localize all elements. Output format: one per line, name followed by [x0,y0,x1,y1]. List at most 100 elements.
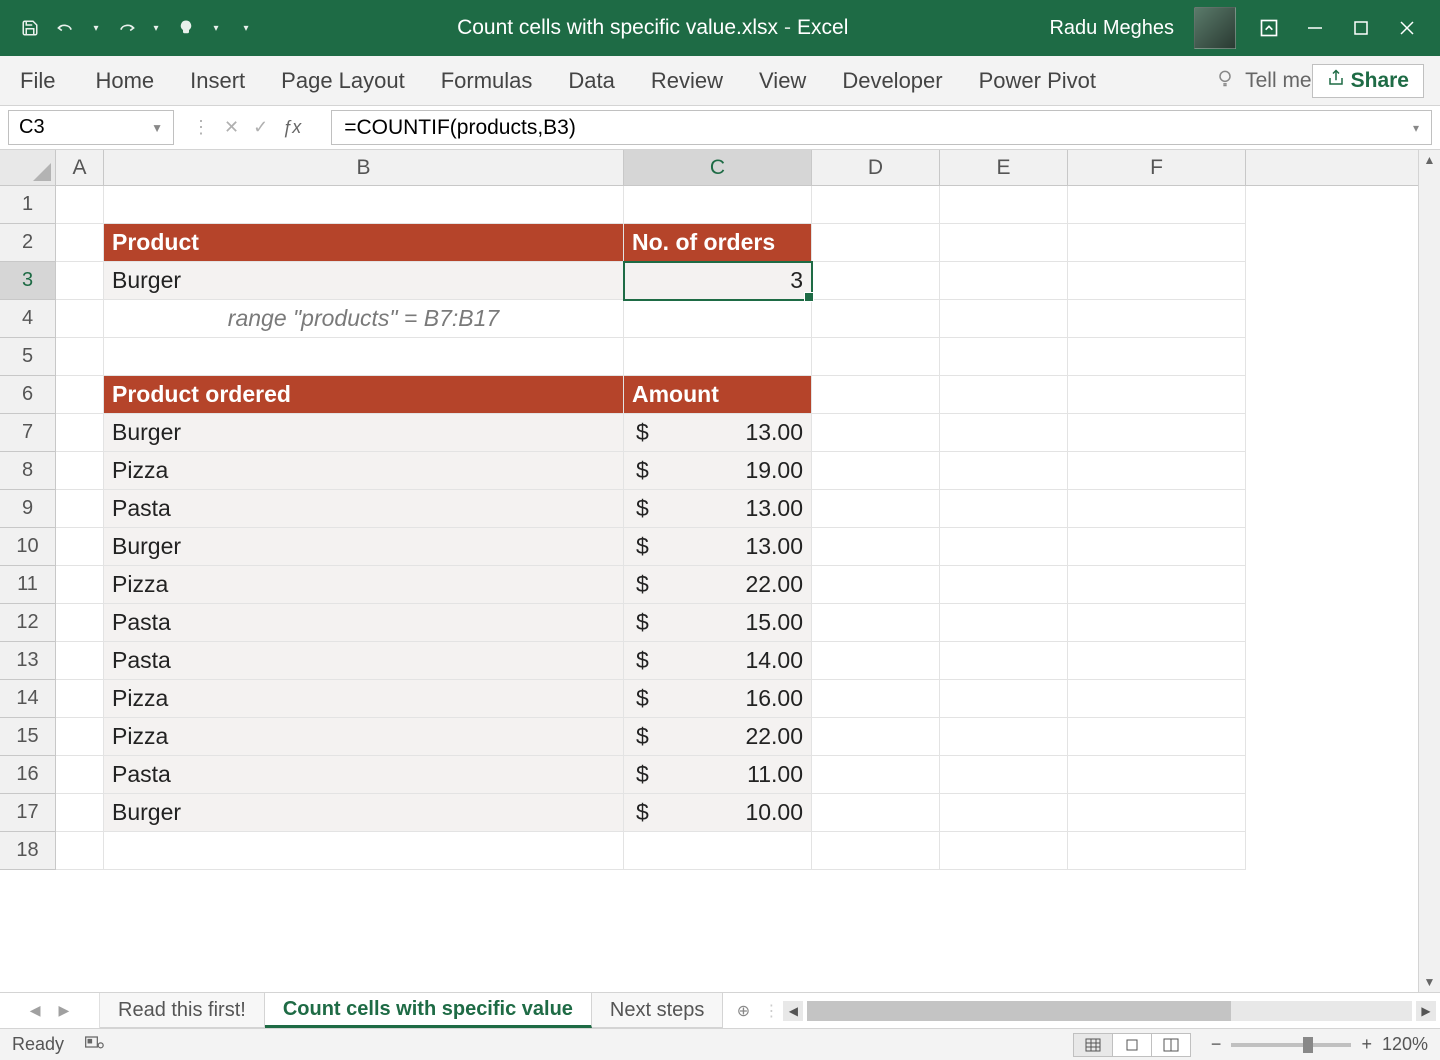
qat-customize-icon[interactable]: ▾ [236,18,256,38]
scroll-track[interactable] [1419,170,1440,972]
cell-C9[interactable]: $13.00 [624,490,812,528]
tab-file[interactable]: File [16,56,77,105]
cell-C2[interactable]: No. of orders [624,224,812,262]
add-sheet-button[interactable]: ⊕ [723,993,763,1028]
zoom-thumb[interactable] [1303,1037,1313,1053]
cell-B12[interactable]: Pasta [104,604,624,642]
cell-C7[interactable]: $13.00 [624,414,812,452]
row-header[interactable]: 1 [0,186,56,224]
zoom-slider[interactable] [1231,1043,1351,1047]
cell-E10[interactable] [940,528,1068,566]
lightbulb-icon[interactable] [176,18,196,38]
redo-dropdown-icon[interactable]: ▾ [152,18,160,38]
cell-E17[interactable] [940,794,1068,832]
cell-B8[interactable]: Pizza [104,452,624,490]
cell-D6[interactable] [812,376,940,414]
hscroll-left-icon[interactable]: ◀ [783,1001,803,1021]
cell-D11[interactable] [812,566,940,604]
zoom-in-button[interactable]: + [1361,1034,1372,1055]
cell-F11[interactable] [1068,566,1246,604]
cell-E12[interactable] [940,604,1068,642]
cell-B4[interactable]: range "products" = B7:B17 [104,300,624,338]
cell-E7[interactable] [940,414,1068,452]
col-header-E[interactable]: E [940,150,1068,185]
zoom-level[interactable]: 120% [1382,1034,1428,1055]
cell-C15[interactable]: $22.00 [624,718,812,756]
col-header-D[interactable]: D [812,150,940,185]
undo-dropdown-icon[interactable]: ▾ [92,18,100,38]
maximize-icon[interactable] [1348,15,1374,41]
col-header-A[interactable]: A [56,150,104,185]
col-header-C[interactable]: C [624,150,812,185]
normal-view-button[interactable] [1073,1033,1113,1057]
cell-A18[interactable] [56,832,104,870]
minimize-icon[interactable] [1302,15,1328,41]
chevron-down-icon[interactable]: ▼ [151,121,163,135]
cell-A9[interactable] [56,490,104,528]
cell-B9[interactable]: Pasta [104,490,624,528]
cell-D7[interactable] [812,414,940,452]
cell-F1[interactable] [1068,186,1246,224]
row-header[interactable]: 14 [0,680,56,718]
cell-D14[interactable] [812,680,940,718]
page-layout-view-button[interactable] [1112,1033,1152,1057]
row-header[interactable]: 10 [0,528,56,566]
cell-B7[interactable]: Burger [104,414,624,452]
grid-body[interactable]: 12ProductNo. of orders3Burger34range "pr… [0,186,1418,992]
page-break-view-button[interactable] [1151,1033,1191,1057]
row-header[interactable]: 7 [0,414,56,452]
sheet-next-icon[interactable]: ▶ [59,1002,70,1019]
vertical-scrollbar[interactable]: ▲ ▼ [1418,150,1440,992]
cell-A13[interactable] [56,642,104,680]
cell-C1[interactable] [624,186,812,224]
cell-F18[interactable] [1068,832,1246,870]
cell-E2[interactable] [940,224,1068,262]
row-header[interactable]: 5 [0,338,56,376]
cell-B17[interactable]: Burger [104,794,624,832]
cell-E4[interactable] [940,300,1068,338]
tab-insert[interactable]: Insert [172,56,263,105]
cell-E6[interactable] [940,376,1068,414]
cell-F12[interactable] [1068,604,1246,642]
cell-C16[interactable]: $11.00 [624,756,812,794]
redo-icon[interactable] [116,18,136,38]
cell-B3[interactable]: Burger [104,262,624,300]
cell-A2[interactable] [56,224,104,262]
fx-icon[interactable]: ƒx [282,117,313,138]
save-icon[interactable] [20,18,40,38]
cell-D4[interactable] [812,300,940,338]
cell-D1[interactable] [812,186,940,224]
undo-icon[interactable] [56,18,76,38]
share-button[interactable]: Share [1312,64,1424,98]
cell-D2[interactable] [812,224,940,262]
select-all-corner[interactable] [0,150,56,185]
cell-B16[interactable]: Pasta [104,756,624,794]
cell-C17[interactable]: $10.00 [624,794,812,832]
enter-icon[interactable]: ✓ [253,117,268,138]
cell-B1[interactable] [104,186,624,224]
tab-view[interactable]: View [741,56,824,105]
row-header[interactable]: 15 [0,718,56,756]
cell-E14[interactable] [940,680,1068,718]
cell-D9[interactable] [812,490,940,528]
cell-A10[interactable] [56,528,104,566]
cell-E11[interactable] [940,566,1068,604]
sheet-tab-read-first[interactable]: Read this first! [100,993,265,1028]
tab-review[interactable]: Review [633,56,741,105]
row-header[interactable]: 8 [0,452,56,490]
cell-A17[interactable] [56,794,104,832]
cell-C10[interactable]: $13.00 [624,528,812,566]
cell-F16[interactable] [1068,756,1246,794]
cell-E1[interactable] [940,186,1068,224]
cell-D18[interactable] [812,832,940,870]
tell-me[interactable]: Tell me [1215,68,1312,94]
cell-B10[interactable]: Burger [104,528,624,566]
cell-B18[interactable] [104,832,624,870]
cell-F4[interactable] [1068,300,1246,338]
row-header[interactable]: 12 [0,604,56,642]
cell-F7[interactable] [1068,414,1246,452]
cell-A12[interactable] [56,604,104,642]
close-icon[interactable] [1394,15,1420,41]
tab-page-layout[interactable]: Page Layout [263,56,423,105]
cell-E8[interactable] [940,452,1068,490]
